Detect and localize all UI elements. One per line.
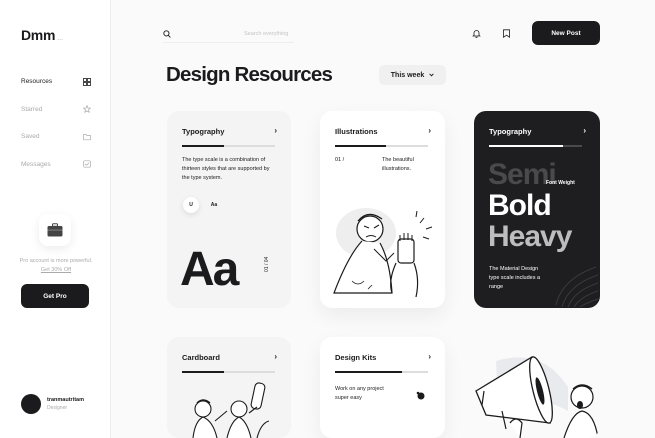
sidebar-nav: Resources Starred Saved Messages	[21, 68, 91, 178]
chevron-right-icon[interactable]: ›	[583, 126, 586, 135]
user-profile[interactable]: tranmautritam Designer	[21, 394, 84, 414]
people-illustration	[192, 382, 270, 438]
page-indicator: 01 / 04	[264, 256, 270, 272]
card-title: Typography	[489, 127, 532, 136]
progress-bar	[182, 371, 275, 373]
get-pro-button[interactable]: Get Pro	[21, 284, 89, 308]
user-info: tranmautritam Designer	[47, 397, 84, 411]
card-design-kits[interactable]: Design Kits › Work on any project super …	[320, 337, 445, 438]
card-description: The beautiful illustrations.	[382, 157, 414, 172]
underline-button[interactable]: U	[183, 197, 199, 213]
search-bar	[163, 25, 294, 43]
sidebar-item-label: Resources	[21, 78, 53, 86]
progress-bar	[182, 145, 275, 147]
type-sample: Aa	[180, 243, 239, 296]
card-description: Work on any project super easy	[335, 386, 384, 401]
folder-icon	[83, 133, 91, 140]
star-icon	[83, 105, 91, 114]
progress-bar	[335, 371, 428, 373]
briefcase-icon	[39, 214, 71, 246]
card-illustrations[interactable]: Illustrations › 01 / The beautiful illus…	[320, 111, 445, 308]
sidebar-item-messages[interactable]: Messages	[21, 151, 91, 179]
megaphone-illustration	[475, 355, 599, 438]
card-title: Typography	[182, 127, 225, 136]
toggle-icon[interactable]	[412, 387, 428, 403]
weight-sample-bold: Bold	[488, 189, 552, 222]
sidebar-item-starred[interactable]: Starred	[21, 96, 91, 124]
message-icon	[83, 160, 91, 168]
chevron-right-icon[interactable]: ›	[428, 352, 431, 361]
chevron-right-icon[interactable]: ›	[274, 352, 277, 361]
page-title: Design Resources	[166, 63, 333, 86]
user-role: Designer	[47, 405, 68, 411]
chevron-down-icon	[429, 73, 434, 77]
font-weight-label: Font Weight	[546, 180, 575, 186]
sidebar-item-label: Saved	[21, 133, 40, 141]
card-cardboard[interactable]: Cardboard ›	[167, 337, 291, 438]
card-description: The type scale is a combination of thirt…	[182, 157, 270, 181]
progress-bar	[335, 145, 428, 147]
grid-icon	[83, 77, 91, 86]
new-post-button[interactable]: New Post	[532, 21, 600, 45]
font-size-button[interactable]: Aa	[206, 197, 222, 213]
sidebar-item-saved[interactable]: Saved	[21, 123, 91, 151]
card-title: Design Kits	[335, 353, 377, 362]
search-input[interactable]	[244, 30, 294, 37]
promo-link[interactable]: Get 30% Off	[41, 267, 71, 273]
weight-sample-heavy: Heavy	[488, 220, 572, 253]
logo[interactable]: Dmm...	[21, 27, 63, 43]
promo-message: Pro account is more powerful.	[19, 258, 93, 264]
promo-text: Pro account is more powerful. Get 30% Of…	[18, 257, 94, 275]
page-indicator: 01 /	[335, 157, 345, 163]
sidebar-item-label: Starred	[21, 105, 43, 113]
card-title: Illustrations	[335, 127, 378, 136]
sidebar: Dmm... Resources Starred Saved Messages	[0, 0, 111, 438]
time-filter-label: This week	[390, 71, 425, 79]
time-filter-dropdown[interactable]: This week	[379, 65, 446, 85]
sidebar-item-label: Messages	[21, 160, 51, 168]
app-frame: Dmm... Resources Starred Saved Messages	[0, 0, 655, 438]
logo-suffix: ...	[57, 33, 63, 42]
contour-pattern	[555, 266, 598, 307]
card-title: Cardboard	[182, 353, 220, 362]
progress-bar	[489, 145, 582, 147]
search-icon[interactable]	[163, 29, 171, 38]
chevron-right-icon[interactable]: ›	[274, 126, 277, 135]
avatar	[21, 394, 41, 414]
chevron-right-icon[interactable]: ›	[428, 126, 431, 135]
bell-icon[interactable]	[472, 29, 481, 38]
logo-text: Dmm	[21, 27, 56, 43]
user-name: tranmautritam	[47, 397, 84, 403]
bookmark-icon[interactable]	[502, 29, 511, 38]
angry-man-illustration	[333, 208, 433, 298]
card-description: The Material Design type scale includes …	[489, 266, 541, 290]
sidebar-item-resources[interactable]: Resources	[21, 68, 91, 96]
card-megaphone[interactable]	[474, 337, 600, 438]
